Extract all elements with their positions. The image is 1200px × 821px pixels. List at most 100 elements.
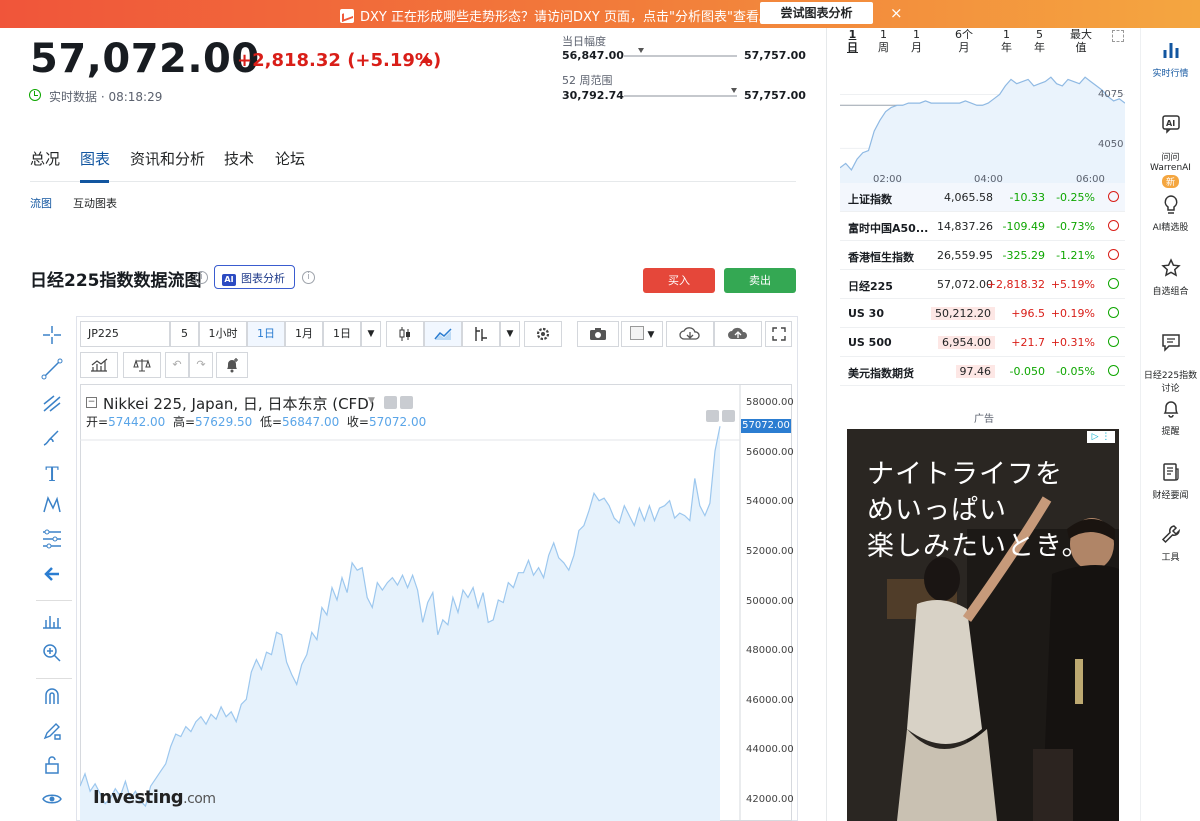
chart-analysis-button[interactable]: AI 图表分析 (214, 265, 295, 289)
chevron-down-icon[interactable]: ▼ (500, 321, 520, 347)
period-option[interactable]: 1 年 (1001, 28, 1012, 54)
compare-icon[interactable] (123, 352, 161, 378)
scroll-up-icon[interactable] (722, 410, 735, 422)
interval-dropdown[interactable]: 1日 (323, 321, 361, 347)
tab-forum[interactable]: 论坛 (275, 148, 305, 169)
period-option[interactable]: 1 日 (847, 28, 858, 54)
period-option[interactable]: 1 月 (911, 28, 922, 54)
tab-technical[interactable]: 技术 (224, 148, 254, 169)
price-chart[interactable] (80, 384, 792, 821)
rail-warrenai[interactable]: AI 问问 WarrenAI 新 (1141, 104, 1200, 188)
camera-icon[interactable] (577, 321, 619, 347)
magnet-icon[interactable] (38, 686, 66, 714)
bell-icon (1160, 398, 1182, 420)
index-row[interactable]: 日经225 57,072.00 +2,818.32 +5.19% (840, 270, 1125, 299)
candlestick-icon[interactable] (386, 321, 424, 347)
rail-alerts[interactable]: 提醒 (1141, 398, 1200, 437)
symbol-input[interactable]: JP225 (80, 321, 170, 347)
fullscreen-icon[interactable] (765, 321, 792, 347)
gear-icon[interactable] (524, 321, 562, 347)
pencil-lock-icon[interactable] (38, 720, 66, 748)
rail-ai-picks[interactable]: AI精选股 (1141, 194, 1200, 233)
index-change-pct: -0.25% (1056, 191, 1095, 204)
arrow-left-icon[interactable] (38, 563, 66, 591)
rail-tools[interactable]: 工具 (1141, 524, 1200, 563)
chevron-down-icon[interactable]: ▼ (361, 321, 381, 347)
index-name[interactable]: 日经225 (848, 278, 893, 294)
star-icon (1160, 258, 1182, 280)
index-name[interactable]: 香港恒生指数 (848, 249, 914, 265)
banner-message: DXY 正在形成哪些走势形态？请访问DXY 页面，点击"分析图表"查看。 (340, 6, 772, 25)
subtab-interactive-chart[interactable]: 互动图表 (73, 195, 117, 211)
pitchfork-icon[interactable] (38, 392, 66, 420)
remove-icon[interactable] (400, 396, 413, 409)
index-row[interactable]: 美元指数期货 97.46 -0.050 -0.05% (840, 357, 1125, 386)
index-row[interactable]: US 30 50,212.20 +96.5 +0.19% (840, 299, 1125, 328)
mini-chart[interactable] (840, 60, 1125, 185)
info-icon[interactable]: i (302, 271, 315, 284)
zoom-icon[interactable] (38, 642, 66, 670)
brush-icon[interactable] (38, 426, 66, 454)
tab-news-analysis[interactable]: 资讯和分析 (130, 148, 205, 169)
rail-news[interactable]: 财经要闻 (1141, 462, 1200, 501)
rail-watchlist[interactable]: 自选组合 (1141, 258, 1200, 297)
index-name[interactable]: 上证指数 (848, 191, 892, 207)
cloud-download-icon[interactable] (666, 321, 714, 347)
trend-line-icon[interactable] (38, 358, 66, 386)
fibonacci-icon[interactable] (38, 528, 66, 556)
tab-overview[interactable]: 总况 (30, 148, 60, 169)
measure-icon[interactable] (38, 608, 66, 636)
index-row[interactable]: 上证指数 4,065.58 -10.33 -0.25% (840, 183, 1125, 212)
y-tick-label: 46000.00 (746, 694, 794, 706)
studies-icon[interactable] (80, 352, 118, 378)
unlock-icon[interactable] (38, 754, 66, 782)
buy-button[interactable]: 买入 (643, 268, 715, 293)
text-tool-icon[interactable]: T (38, 460, 66, 488)
subtab-streaming-chart[interactable]: 流图 (30, 195, 52, 211)
rail-live-quotes[interactable]: 实时行情 (1141, 40, 1200, 79)
mini-y-label: 4075 (1098, 89, 1124, 100)
redo-icon[interactable]: ↷ (189, 352, 213, 378)
interval-5m[interactable]: 5 (170, 321, 199, 347)
scroll-down-icon[interactable] (706, 410, 719, 422)
add-alert-icon[interactable] (216, 352, 248, 378)
ad-headline: ナイトライフを めいっぱい 楽しみたいとき。 (867, 459, 1090, 562)
index-name[interactable]: 美元指数期货 (848, 365, 914, 381)
index-name[interactable]: US 500 (848, 336, 892, 349)
area-chart-icon[interactable] (424, 321, 462, 347)
index-row[interactable]: 香港恒生指数 26,559.95 -325.29 -1.21% (840, 241, 1125, 270)
undo-icon[interactable]: ↶ (165, 352, 189, 378)
settings-icon[interactable] (384, 396, 397, 409)
close-icon[interactable]: × (890, 4, 903, 22)
index-row[interactable]: US 500 6,954.00 +21.7 +0.31% (840, 328, 1125, 357)
crosshair-icon[interactable] (38, 324, 66, 352)
info-icon[interactable]: i (195, 271, 208, 284)
period-option[interactable]: 最大 值 (1070, 28, 1092, 54)
try-chart-analysis-button[interactable]: 尝试图表分析 (760, 2, 873, 24)
interval-1mo[interactable]: 1月 (285, 321, 323, 347)
interval-1d[interactable]: 1日 (247, 321, 285, 347)
rail-discussion[interactable]: 日经225指数 讨论 (1141, 322, 1200, 394)
period-option[interactable]: 5 年 (1034, 28, 1045, 54)
indicators-icon[interactable] (462, 321, 500, 347)
collapse-legend-icon[interactable]: − (86, 397, 97, 408)
period-option[interactable]: 6个 月 (955, 28, 973, 54)
sell-button[interactable]: 卖出 (724, 268, 796, 293)
pattern-icon[interactable] (38, 494, 66, 522)
chevron-down-icon[interactable]: ▼ (368, 396, 375, 406)
eye-icon[interactable] (38, 788, 66, 816)
index-name[interactable]: US 30 (848, 307, 884, 320)
advertisement[interactable]: ナイトライフを めいっぱい 楽しみたいとき。 ▷ ⋮ (847, 429, 1119, 821)
period-option[interactable]: 1 周 (878, 28, 889, 54)
last-price-marker: 57072.00 (741, 419, 791, 434)
index-change: +21.7 (1011, 336, 1045, 349)
cloud-upload-icon[interactable] (714, 321, 762, 347)
index-row[interactable]: 富时中国A50... 14,837.26 -109.49 -0.73% (840, 212, 1125, 241)
expand-icon[interactable] (1112, 30, 1124, 42)
interval-1h[interactable]: 1小时 (199, 321, 247, 347)
color-picker-icon[interactable]: ▼ (621, 321, 663, 347)
index-name[interactable]: 富时中国A50... (848, 220, 928, 236)
ad-choices-icon[interactable]: ▷ ⋮ (1087, 431, 1115, 443)
tab-chart[interactable]: 图表 (80, 148, 110, 169)
ai-chat-icon: AI (1160, 114, 1182, 136)
